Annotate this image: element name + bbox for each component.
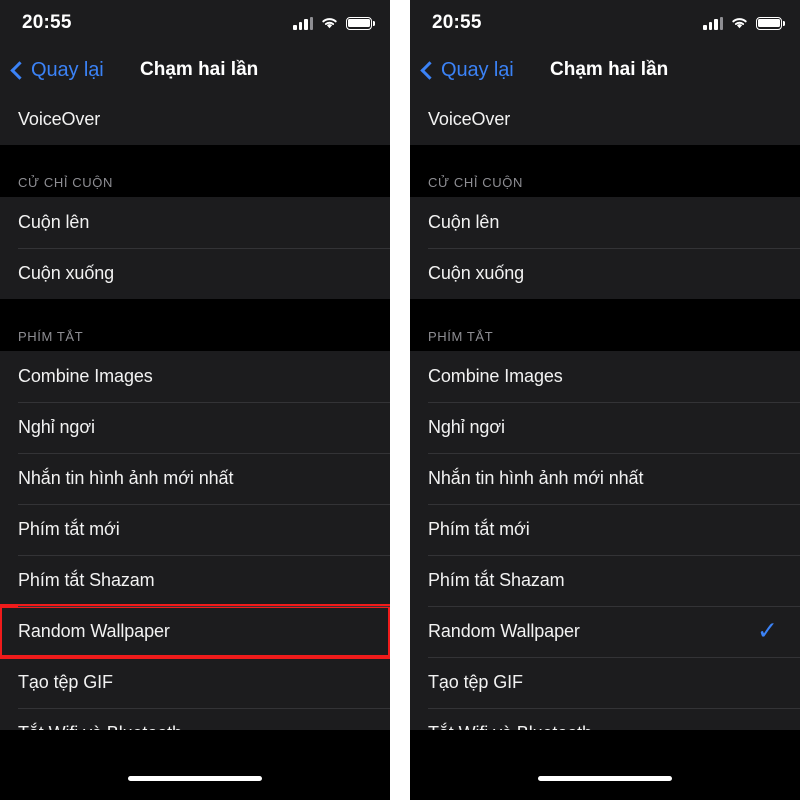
list-item-label: Phím tắt Shazam: [428, 570, 565, 590]
list-item-label: Nhắn tin hình ảnh mới nhất: [18, 468, 234, 488]
list-item-label: Phím tắt Shazam: [18, 570, 155, 590]
section-header-label: CỬ CHỈ CUỘN: [18, 175, 113, 190]
section-header-scroll-gestures: CỬ CHỈ CUỘN: [0, 145, 390, 197]
back-button[interactable]: Quay lại: [10, 59, 104, 82]
list-item-label: Combine Images: [18, 366, 153, 386]
section-header-label: PHÍM TẮT: [428, 329, 494, 344]
list-item-voiceover[interactable]: VoiceOver: [0, 94, 390, 145]
phone-screen-left: 20:55 Quay lại Chạm hai lần VoiceOver CỬ…: [0, 0, 390, 800]
list-item-random-wallpaper[interactable]: Random Wallpaper: [0, 604, 390, 659]
list-item-label: Combine Images: [428, 366, 563, 386]
home-indicator[interactable]: [128, 775, 262, 781]
list-item-phim-tat-moi[interactable]: Phím tắt mới: [0, 504, 390, 555]
list-item-label: Phím tắt mới: [428, 519, 530, 539]
list-item-nhan-tin-hinh-anh[interactable]: Nhắn tin hình ảnh mới nhất: [0, 453, 390, 504]
list-item-label: Cuộn xuống: [428, 263, 525, 283]
list-item-phim-tat-shazam[interactable]: Phím tắt Shazam: [0, 555, 390, 606]
list-item-phim-tat-moi[interactable]: Phím tắt mới: [410, 504, 800, 555]
list-item-random-wallpaper[interactable]: Random Wallpaper ✓: [410, 606, 800, 657]
group-shortcuts-right: Combine Images Nghỉ ngơi Nhắn tin hình ả…: [410, 351, 800, 730]
home-indicator[interactable]: [538, 775, 672, 781]
cellular-signal-icon: [293, 16, 313, 30]
list-item-label: Cuộn xuống: [18, 263, 115, 283]
list-item-label: Cuộn lên: [18, 212, 90, 232]
section-header-label: CỬ CHỈ CUỘN: [428, 175, 523, 190]
status-bar-right: 20:55: [410, 0, 800, 46]
list-item-label: Tạo tệp GIF: [18, 672, 113, 692]
list-item-tat-wifi-bluetooth[interactable]: Tắt Wifi và Bluetooth: [410, 708, 800, 730]
phone-screen-right: 20:55 Quay lại Chạm hai lần VoiceOver CỬ…: [410, 0, 800, 800]
back-button-label: Quay lại: [441, 58, 514, 81]
back-button-label: Quay lại: [31, 58, 104, 81]
section-header-label: PHÍM TẮT: [18, 329, 84, 344]
settings-list-right[interactable]: VoiceOver CỬ CHỈ CUỘN Cuộn lên Cuộn xuốn…: [410, 94, 800, 730]
list-item-label: VoiceOver: [18, 109, 101, 129]
list-item-combine-images[interactable]: Combine Images: [0, 351, 390, 402]
group-scroll-gestures-right: Cuộn lên Cuộn xuống: [410, 197, 800, 299]
page-title: Chạm hai lần: [550, 59, 669, 80]
status-time: 20:55: [22, 12, 72, 33]
list-item-phim-tat-shazam[interactable]: Phím tắt Shazam: [410, 555, 800, 606]
group-top-left: VoiceOver: [0, 94, 390, 145]
list-item-label: Cuộn lên: [428, 212, 500, 232]
list-item-label: Tắt Wifi và Bluetooth: [428, 723, 592, 730]
nav-bar-right: Quay lại Chạm hai lần: [410, 46, 800, 94]
chevron-left-icon: [420, 60, 439, 80]
status-icons: [703, 16, 785, 30]
section-header-scroll-gestures: CỬ CHỈ CUỘN: [410, 145, 800, 197]
list-item-tao-tep-gif[interactable]: Tạo tệp GIF: [410, 657, 800, 708]
settings-list-left[interactable]: VoiceOver CỬ CHỈ CUỘN Cuộn lên Cuộn xuốn…: [0, 94, 390, 730]
list-item-scroll-up[interactable]: Cuộn lên: [0, 197, 390, 248]
wifi-icon: [732, 18, 747, 29]
list-item-tao-tep-gif[interactable]: Tạo tệp GIF: [0, 657, 390, 708]
list-item-tat-wifi-bluetooth[interactable]: Tắt Wifi và Bluetooth: [0, 708, 390, 730]
list-item-label: Nghỉ ngơi: [18, 417, 95, 437]
group-top-right: VoiceOver: [410, 94, 800, 145]
status-time: 20:55: [432, 12, 482, 33]
page-title: Chạm hai lần: [140, 59, 259, 80]
list-item-label: Nhắn tin hình ảnh mới nhất: [428, 468, 644, 488]
battery-icon: [756, 16, 785, 30]
checkmark-icon: ✓: [757, 617, 778, 645]
list-item-nghi-ngoi[interactable]: Nghỉ ngơi: [410, 402, 800, 453]
section-header-shortcuts: PHÍM TẮT: [410, 299, 800, 351]
home-indicator-area-right: [410, 730, 800, 800]
list-item-scroll-down[interactable]: Cuộn xuống: [410, 248, 800, 299]
list-item-label: Tắt Wifi và Bluetooth: [18, 723, 182, 730]
group-scroll-gestures-left: Cuộn lên Cuộn xuống: [0, 197, 390, 299]
status-bar-left: 20:55: [0, 0, 390, 46]
home-indicator-area-left: [0, 730, 390, 800]
chevron-left-icon: [10, 60, 29, 80]
list-item-label: Tạo tệp GIF: [428, 672, 523, 692]
list-item-nhan-tin-hinh-anh[interactable]: Nhắn tin hình ảnh mới nhất: [410, 453, 800, 504]
list-item-label: Nghỉ ngơi: [428, 417, 505, 437]
list-item-scroll-down[interactable]: Cuộn xuống: [0, 248, 390, 299]
list-item-scroll-up[interactable]: Cuộn lên: [410, 197, 800, 248]
list-item-voiceover[interactable]: VoiceOver: [410, 94, 800, 145]
dual-screenshot-container: 20:55 Quay lại Chạm hai lần VoiceOver CỬ…: [0, 0, 800, 800]
wifi-icon: [322, 18, 337, 29]
status-icons: [293, 16, 375, 30]
back-button[interactable]: Quay lại: [420, 59, 514, 82]
cellular-signal-icon: [703, 16, 723, 30]
list-item-nghi-ngoi[interactable]: Nghỉ ngơi: [0, 402, 390, 453]
group-shortcuts-left: Combine Images Nghỉ ngơi Nhắn tin hình ả…: [0, 351, 390, 730]
list-item-label: Phím tắt mới: [18, 519, 120, 539]
panel-divider: [390, 0, 410, 800]
list-item-label: VoiceOver: [428, 109, 511, 129]
nav-bar-left: Quay lại Chạm hai lần: [0, 46, 390, 94]
list-item-combine-images[interactable]: Combine Images: [410, 351, 800, 402]
section-header-shortcuts: PHÍM TẮT: [0, 299, 390, 351]
list-item-label: Random Wallpaper: [18, 621, 170, 641]
list-item-label: Random Wallpaper: [428, 621, 580, 641]
battery-icon: [346, 16, 375, 30]
